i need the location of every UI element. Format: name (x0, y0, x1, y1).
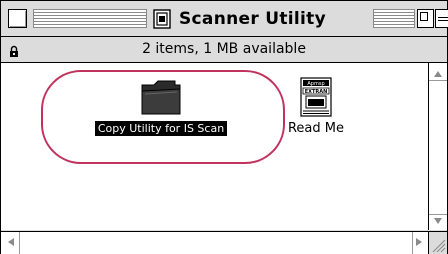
window-content[interactable]: Copy Utility for IS Scan Apmsp EXTRAN Re… (1, 63, 429, 230)
resize-grip-icon[interactable] (429, 231, 447, 254)
title-bar-stripes-right (373, 9, 415, 28)
vertical-scrollbar[interactable] (429, 63, 447, 230)
vertical-scroll-track[interactable] (429, 80, 447, 215)
scroll-left-arrow-icon[interactable] (8, 238, 14, 246)
scroll-right-arrow-icon[interactable] (416, 238, 422, 246)
window-title: Scanner Utility (179, 8, 326, 29)
horizontal-scrollbar[interactable] (1, 231, 429, 254)
items-available-text: 2 items, 1 MB available (142, 41, 306, 57)
close-box[interactable] (8, 9, 27, 28)
readme-icon-line1: Apmsp (307, 81, 324, 87)
scroll-down-arrow-icon[interactable] (434, 218, 442, 224)
folder-icon (139, 77, 183, 117)
item-label: Read Me (287, 121, 344, 136)
folder-proxy-icon[interactable] (153, 8, 171, 29)
horizontal-scroll-track[interactable] (19, 232, 413, 254)
readme-icon-line2: EXTRAN (305, 89, 328, 95)
folder-item-copy-utility[interactable]: Copy Utility for IS Scan (81, 77, 241, 136)
window-header: 2 items, 1 MB available (1, 37, 447, 63)
document-item-read-me[interactable]: Apmsp EXTRAN Read Me (283, 77, 349, 136)
document-icon: Apmsp EXTRAN (299, 77, 333, 117)
zoom-box[interactable] (417, 9, 434, 28)
title-bar-stripes-left (33, 9, 147, 28)
title-bar[interactable]: Scanner Utility (1, 1, 448, 37)
collapse-box[interactable] (435, 9, 448, 28)
item-label: Copy Utility for IS Scan (94, 121, 228, 136)
window-title-group: Scanner Utility (149, 5, 330, 32)
scroll-up-arrow-icon[interactable] (434, 71, 442, 77)
finder-window: Scanner Utility 2 items, 1 MB available (0, 0, 448, 254)
